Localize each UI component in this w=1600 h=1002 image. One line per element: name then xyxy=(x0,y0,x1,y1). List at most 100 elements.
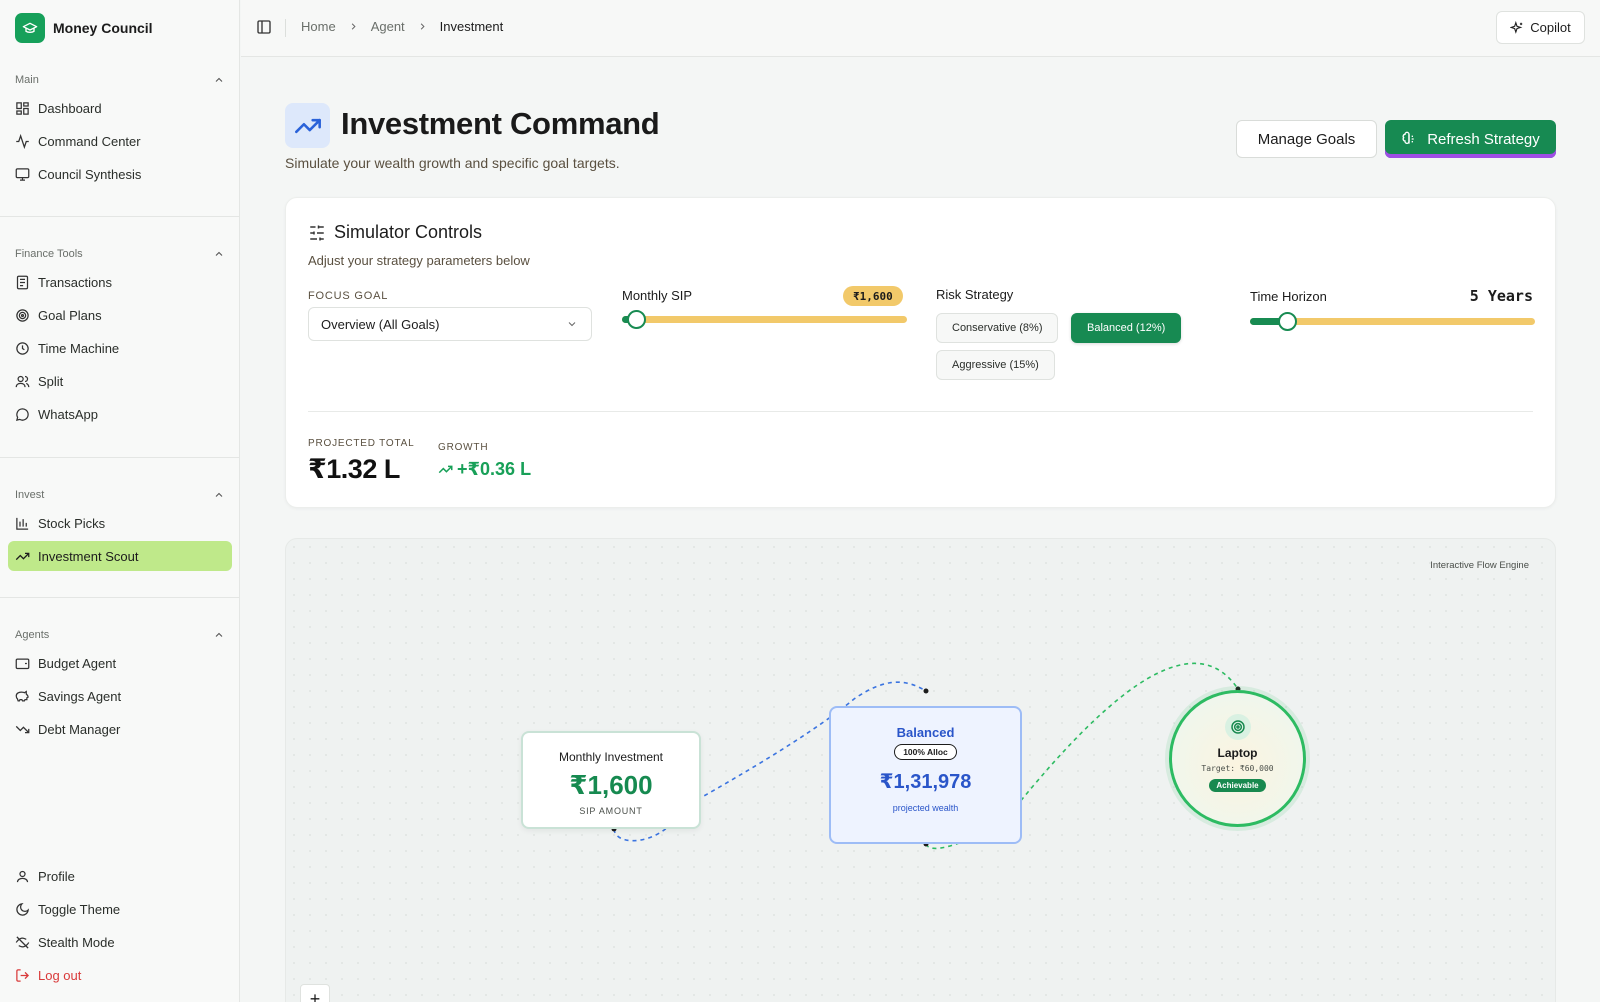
users-icon xyxy=(15,375,30,387)
copilot-button[interactable]: Copilot xyxy=(1496,11,1585,44)
time-horizon-slider[interactable] xyxy=(1250,312,1535,331)
monitor-icon xyxy=(15,167,30,181)
sidebar: Money Council Main Dashboard Command Cen… xyxy=(0,0,240,1002)
node-value: ₹1,600 xyxy=(569,770,653,800)
graduation-cap-icon xyxy=(15,13,45,43)
wallet-icon xyxy=(15,658,30,669)
chevron-down-icon xyxy=(568,322,576,327)
sidebar-item-label: WhatsApp xyxy=(38,406,98,422)
sidebar-item-label: Budget Agent xyxy=(38,655,117,671)
sidebar-toggle-icon[interactable] xyxy=(256,19,272,35)
sidebar-item-savings-agent[interactable]: Savings Agent xyxy=(8,681,232,711)
growth-value: +₹0.36 L xyxy=(438,459,531,480)
sidebar-group-invest: Invest Stock Picks Investment Scout xyxy=(0,485,240,571)
bar-chart-icon xyxy=(16,517,29,530)
sidebar-item-label: Stealth Mode xyxy=(38,934,115,950)
growth-label: GROWTH xyxy=(438,442,489,453)
sidebar-item-label: Goal Plans xyxy=(38,307,102,323)
monthly-sip-slider[interactable] xyxy=(622,310,907,329)
chevron-up-icon xyxy=(215,492,223,497)
sidebar-item-profile[interactable]: Profile xyxy=(8,861,232,891)
sidebar-item-whatsapp[interactable]: WhatsApp xyxy=(8,399,232,429)
allocation-badge: 100% Alloc xyxy=(894,744,957,760)
sidebar-item-dashboard[interactable]: Dashboard xyxy=(8,93,232,123)
simulator-title: Simulator Controls xyxy=(308,222,482,243)
sidebar-item-command-center[interactable]: Command Center xyxy=(8,126,232,156)
sidebar-item-label: Command Center xyxy=(38,133,141,149)
refresh-strategy-button[interactable]: Refresh Strategy xyxy=(1385,120,1556,158)
sidebar-item-stock-picks[interactable]: Stock Picks xyxy=(8,508,232,538)
chevron-right-icon xyxy=(351,23,356,30)
copilot-label: Copilot xyxy=(1530,20,1571,35)
logout-icon xyxy=(16,968,30,982)
zoom-in-button[interactable]: + xyxy=(300,984,330,1002)
focus-goal-select[interactable]: Overview (All Goals) xyxy=(308,307,592,341)
sidebar-item-label: Dashboard xyxy=(38,100,102,116)
sidebar-item-time-machine[interactable]: Time Machine xyxy=(8,333,232,363)
sidebar-divider xyxy=(0,457,240,458)
sidebar-item-toggle-theme[interactable]: Toggle Theme xyxy=(8,894,232,924)
sidebar-item-logout[interactable]: Log out xyxy=(8,960,232,990)
chevron-up-icon xyxy=(215,77,223,82)
risk-option-balanced[interactable]: Balanced (12%) xyxy=(1071,313,1182,343)
sidebar-divider xyxy=(0,597,240,598)
sidebar-item-label: Profile xyxy=(38,868,75,884)
sidebar-item-transactions[interactable]: Transactions xyxy=(8,267,232,297)
brain-icon xyxy=(1402,131,1414,144)
sidebar-item-council-synthesis[interactable]: Council Synthesis xyxy=(8,159,232,189)
risk-strategy-label: Risk Strategy xyxy=(936,287,1014,302)
sidebar-group-main: Main Dashboard Command Center Council Sy… xyxy=(0,70,240,189)
node-goal-laptop[interactable]: Laptop Target: ₹60,000 Achievable xyxy=(1169,690,1306,827)
sidebar-item-label: Investment Scout xyxy=(38,548,139,564)
sliders-icon xyxy=(310,225,324,240)
brand[interactable]: Money Council xyxy=(15,13,153,43)
node-monthly-investment[interactable]: Monthly Investment ₹1,600 SIP AMOUNT xyxy=(521,731,701,829)
breadcrumb-agent[interactable]: Agent xyxy=(371,19,405,34)
moon-icon xyxy=(16,902,29,916)
sidebar-group-header[interactable]: Invest xyxy=(0,485,240,505)
manage-goals-button[interactable]: Manage Goals xyxy=(1236,120,1377,158)
simulator-card: Simulator Controls Adjust your strategy … xyxy=(285,197,1556,508)
time-horizon-value: 5 Years xyxy=(1469,287,1533,305)
topbar-separator xyxy=(285,19,286,37)
sidebar-item-stealth-mode[interactable]: Stealth Mode xyxy=(8,927,232,957)
sidebar-group-title: Finance Tools xyxy=(15,248,83,260)
flow-canvas[interactable]: Interactive Flow Engine Monthly Investme… xyxy=(285,538,1556,1002)
sidebar-item-label: Split xyxy=(38,373,64,389)
eye-off-icon xyxy=(15,935,30,949)
sidebar-item-split[interactable]: Split xyxy=(8,366,232,396)
sidebar-group-header[interactable]: Main xyxy=(0,70,240,90)
sidebar-item-goal-plans[interactable]: Goal Plans xyxy=(8,300,232,330)
time-horizon-slider-thumb[interactable] xyxy=(1278,312,1298,331)
node-balanced-strategy[interactable]: Balanced 100% Alloc ₹1,31,978 projected … xyxy=(829,706,1022,844)
sidebar-group-finance: Finance Tools Transactions Goal Plans Ti… xyxy=(0,244,240,429)
target-icon xyxy=(1224,714,1251,740)
sidebar-item-budget-agent[interactable]: Budget Agent xyxy=(8,648,232,678)
node-value: ₹1,31,978 xyxy=(879,771,972,793)
node-title: Laptop xyxy=(1217,746,1258,760)
node-subtitle: SIP AMOUNT xyxy=(579,806,643,816)
simulator-subtitle: Adjust your strategy parameters below xyxy=(308,253,530,268)
topbar: Home Agent Investment Copilot xyxy=(241,0,1600,57)
sidebar-divider xyxy=(0,216,240,217)
risk-option-aggressive[interactable]: Aggressive (15%) xyxy=(936,350,1055,380)
trending-up-icon xyxy=(15,552,30,560)
monthly-sip-label: Monthly SIP xyxy=(622,288,693,303)
page-title: Investment Command xyxy=(341,106,660,141)
trending-up-icon xyxy=(438,465,453,474)
sidebar-group-title: Agents xyxy=(15,629,50,641)
sidebar-item-investment-scout[interactable]: Investment Scout xyxy=(8,541,232,571)
node-title: Monthly Investment xyxy=(558,750,664,764)
breadcrumb-home[interactable]: Home xyxy=(301,19,336,34)
brand-name: Money Council xyxy=(53,20,153,36)
sidebar-group-header[interactable]: Agents xyxy=(0,625,240,645)
sidebar-footer: Profile Toggle Theme Stealth Mode Log ou… xyxy=(0,861,240,990)
piggy-bank-icon xyxy=(15,689,29,701)
monthly-sip-slider-thumb[interactable] xyxy=(627,310,647,329)
breadcrumb: Home Agent Investment xyxy=(301,19,503,34)
sidebar-item-debt-manager[interactable]: Debt Manager xyxy=(8,714,232,744)
risk-option-conservative[interactable]: Conservative (8%) xyxy=(936,313,1059,343)
node-subtitle: projected wealth xyxy=(892,803,959,813)
clock-icon xyxy=(16,341,29,355)
sidebar-group-header[interactable]: Finance Tools xyxy=(0,244,240,264)
